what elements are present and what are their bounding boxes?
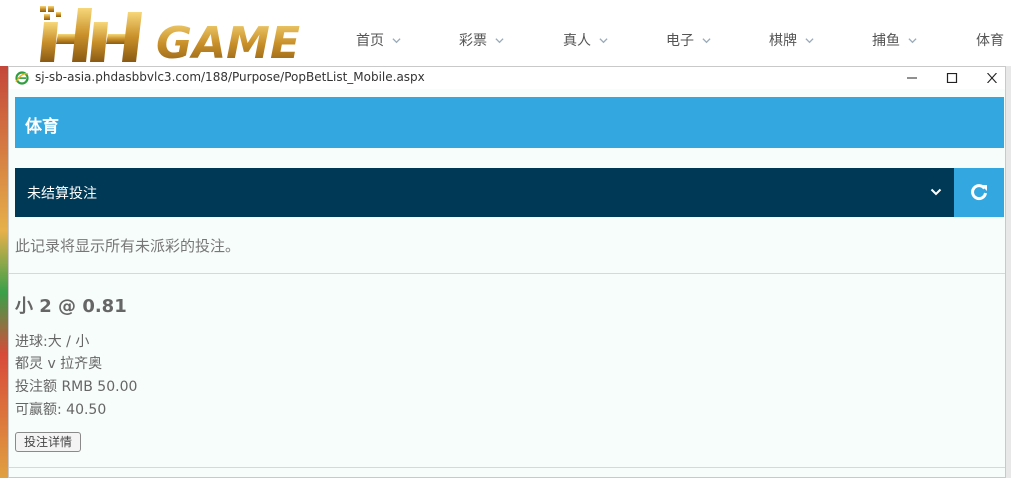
hh-game-logo[interactable]: GAME xyxy=(34,4,300,66)
panel-title: 体育 xyxy=(25,117,59,137)
refresh-icon xyxy=(971,184,987,201)
bet-status-select[interactable]: 未结算投注 xyxy=(15,168,954,217)
nav-label: 首页 xyxy=(356,33,384,49)
chevron-down-icon xyxy=(702,37,711,43)
nav-item-cards[interactable]: 棋牌 xyxy=(769,30,814,50)
minimize-button[interactable] xyxy=(897,69,927,87)
chevron-down-icon xyxy=(805,37,814,43)
bet-title: 小 2 @ 0.81 xyxy=(15,296,127,317)
nav-label: 电子 xyxy=(666,33,694,49)
nav-item-sports[interactable]: 体育 xyxy=(976,30,1004,50)
close-icon xyxy=(987,73,997,83)
nav-item-live[interactable]: 真人 xyxy=(563,30,608,50)
bet-match: 都灵 v 拉齐奥 xyxy=(15,356,103,372)
bet-list-popup: sj-sb-asia.phdasbbvlc3.com/188/Purpose/P… xyxy=(8,66,1006,478)
nav-label: 彩票 xyxy=(459,33,487,49)
close-button[interactable] xyxy=(977,69,1007,87)
minimize-icon xyxy=(907,77,917,79)
chevron-down-icon xyxy=(930,188,942,196)
bet-market: 进球:大 / 小 xyxy=(15,334,90,350)
bet-details-button[interactable]: 投注详情 xyxy=(15,432,82,452)
refresh-button[interactable] xyxy=(954,168,1004,217)
nav-item-home[interactable]: 首页 xyxy=(356,30,401,50)
nav-label: 体育 xyxy=(976,33,1004,49)
maximize-button[interactable] xyxy=(937,69,967,87)
maximize-icon xyxy=(946,73,958,83)
browser-icon xyxy=(15,71,29,85)
background-decoration xyxy=(0,66,8,478)
nav-item-fishing[interactable]: 捕鱼 xyxy=(872,30,917,50)
nav-item-slots[interactable]: 电子 xyxy=(666,30,711,50)
nav-item-lottery[interactable]: 彩票 xyxy=(459,30,504,50)
info-text: 此记录将显示所有未派彩的投注。 xyxy=(15,237,241,255)
svg-text:GAME: GAME xyxy=(156,18,300,66)
site-header: GAME 首页 彩票 真人 电子 棋牌 捕鱼 体育 xyxy=(0,0,1011,66)
popup-titlebar: sj-sb-asia.phdasbbvlc3.com/188/Purpose/P… xyxy=(9,67,1005,89)
nav-label: 棋牌 xyxy=(769,33,797,49)
panel-header: 体育 xyxy=(15,97,1004,148)
selected-status: 未结算投注 xyxy=(27,186,97,202)
divider xyxy=(9,467,1005,468)
divider xyxy=(9,273,1005,274)
bet-stake: 投注额 RMB 50.00 xyxy=(15,379,138,395)
popup-url: sj-sb-asia.phdasbbvlc3.com/188/Purpose/P… xyxy=(35,70,425,84)
nav-label: 捕鱼 xyxy=(872,33,900,49)
bet-potential-win: 可赢额: 40.50 xyxy=(15,402,107,418)
nav-label: 真人 xyxy=(563,33,591,49)
chevron-down-icon xyxy=(908,37,917,43)
chevron-down-icon xyxy=(495,37,504,43)
chevron-down-icon xyxy=(599,37,608,43)
chevron-down-icon xyxy=(392,37,401,43)
